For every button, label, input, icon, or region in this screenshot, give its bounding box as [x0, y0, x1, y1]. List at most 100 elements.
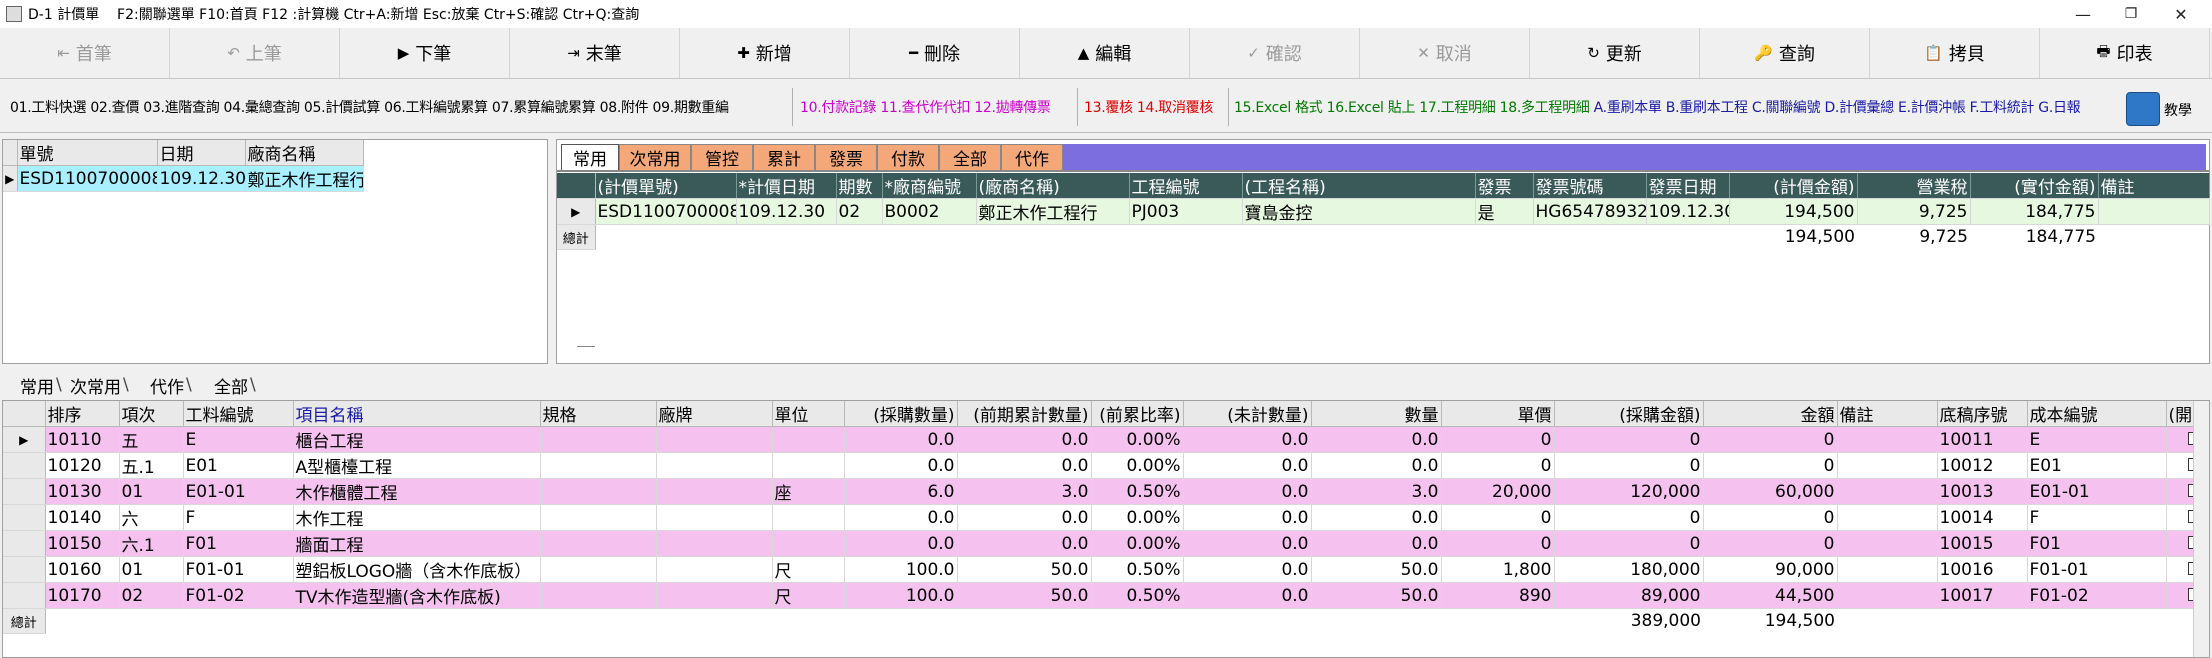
master-list-cell[interactable]: ESD1100700008 [17, 165, 158, 192]
line-item-cell[interactable]: 0.00% [1091, 426, 1184, 453]
line-item-cell[interactable]: 10012 [1937, 452, 2028, 479]
line-item-cell[interactable]: 0.0 [1311, 530, 1442, 557]
func-group-payment-text[interactable]: 10.付款記錄 11.查代作代扣 12.拋轉傳票 [800, 97, 1051, 117]
line-item-cell[interactable]: A型櫃檯工程 [293, 452, 541, 479]
tutorial-label[interactable]: 教學 [2164, 100, 2192, 120]
line-item-cell[interactable] [1837, 452, 1938, 479]
toolbar-button-5[interactable]: ━ 刪除 [850, 28, 1020, 78]
line-item-cell[interactable]: E01-01 [183, 478, 294, 505]
line-item-cell[interactable] [772, 452, 845, 479]
line-item-cell[interactable]: F01-02 [2027, 582, 2167, 609]
line-item-cell[interactable]: 01 [119, 478, 184, 505]
line-item-cell[interactable] [540, 478, 657, 505]
header-grid-row[interactable]: ▶ ESD1100700008 109.12.30 02 B0002 鄭正木作工程行 PJ0… [557, 198, 2210, 225]
line-item-cell[interactable] [1837, 556, 1938, 583]
line-item-cell[interactable]: 0 [1554, 504, 1704, 531]
line-item-cell[interactable]: 木作工程 [293, 504, 541, 531]
header-grid-column-header[interactable]: *計價日期 [736, 173, 837, 199]
toolbar-button-8[interactable]: ✕ 取消 [1360, 28, 1530, 78]
line-item-cell[interactable]: 10014 [1937, 504, 2028, 531]
toolbar-button-11[interactable]: 📋 拷貝 [1870, 28, 2040, 78]
header-grid-cell[interactable]: 鄭正木作工程行 [976, 198, 1130, 225]
maximize-button[interactable]: ❐ [2108, 0, 2154, 28]
line-items-column-header[interactable]: 項次 [119, 401, 184, 427]
line-item-cell[interactable]: 0.0 [957, 452, 1092, 479]
line-item-cell[interactable]: 10120 [45, 452, 120, 479]
line-item-cell[interactable]: 10150 [45, 530, 120, 557]
line-items-column-header[interactable]: 工料編號 [183, 401, 294, 427]
line-items-column-header[interactable]: (前期累計數量) [957, 401, 1092, 427]
header-grid-column-header[interactable]: (廠商名稱) [976, 173, 1130, 199]
header-grid-column-header[interactable]: 發票 [1475, 173, 1534, 199]
header-grid-column-header[interactable]: (實付金額) [1970, 173, 2099, 199]
line-item-cell[interactable]: 0 [1441, 504, 1555, 531]
line-item-cell[interactable]: 五.1 [119, 452, 184, 479]
line-item-cell[interactable]: 50.0 [1311, 556, 1442, 583]
line-item-cell[interactable]: 20,000 [1441, 478, 1555, 505]
line-item-cell[interactable]: E01 [183, 452, 294, 479]
line-item-cell[interactable] [656, 426, 773, 453]
line-item-row[interactable]: 10160 01 F01-01 塑鋁板LOGO牆（含木作底板）尺 100.0 50.0 0.… [3, 556, 2209, 583]
close-button[interactable]: ✕ [2158, 0, 2204, 28]
tutorial-icon[interactable] [2126, 92, 2160, 126]
toolbar-button-6[interactable]: ▲ 編輯 [1020, 28, 1190, 78]
header-grid-column-header[interactable]: 發票號碼 [1533, 173, 1647, 199]
func-group-review-text[interactable]: 13.覆核 14.取消覆核 [1084, 97, 1213, 117]
master-list-row[interactable]: ▶ ESD1100700008 109.12.30 鄭正木作工程行 [3, 165, 364, 192]
line-item-cell[interactable]: 塑鋁板LOGO牆（含木作底板） [293, 556, 541, 583]
header-grid-cell[interactable]: 184,775 [1970, 198, 2099, 225]
line-item-row[interactable]: ▶ 10110 五 E 櫃台工程 0.0 0.0 0.00% 0.0 0.0 0 0 0 10011 E [3, 426, 2209, 453]
line-items-column-header[interactable]: (採購數量) [844, 401, 958, 427]
line-items-column-header[interactable]: 備註 [1837, 401, 1938, 427]
line-item-cell[interactable]: 3.0 [957, 478, 1092, 505]
line-item-cell[interactable]: 0 [1703, 426, 1838, 453]
func-group-refresh-text[interactable]: A.重刷本單 B.重刷本工程 C.關聯編號 D.計價彙總 E.計價沖帳 F.工料… [1594, 97, 2081, 117]
line-item-cell[interactable]: 10140 [45, 504, 120, 531]
line-item-cell[interactable]: 0.0 [1183, 478, 1312, 505]
header-grid-column-header[interactable]: 期數 [836, 173, 883, 199]
line-item-cell[interactable]: 0 [1441, 426, 1555, 453]
line-item-cell[interactable]: 尺 [772, 556, 845, 583]
line-item-cell[interactable]: 0.0 [844, 426, 958, 453]
header-grid-cell[interactable]: ESD1100700008 [595, 198, 737, 225]
line-item-cell[interactable]: 0.0 [1183, 582, 1312, 609]
line-item-cell[interactable]: 0 [1441, 452, 1555, 479]
line-item-cell[interactable]: 六 [119, 504, 184, 531]
tab-6[interactable]: 全部 [939, 144, 1001, 170]
toolbar-button-4[interactable]: ✚ 新增 [680, 28, 850, 78]
header-grid-cell[interactable]: 寶島金控 [1242, 198, 1476, 225]
line-item-cell[interactable] [656, 530, 773, 557]
line-item-cell[interactable]: 木作櫃體工程 [293, 478, 541, 505]
detail-tab-0[interactable]: 常用 \ [20, 373, 62, 398]
header-grid-column-header[interactable]: (工程名稱) [1242, 173, 1476, 199]
line-item-cell[interactable] [540, 556, 657, 583]
toolbar-button-9[interactable]: ↻ 更新 [1530, 28, 1700, 78]
line-item-cell[interactable]: 0.0 [957, 426, 1092, 453]
line-item-cell[interactable]: 10160 [45, 556, 120, 583]
toolbar-button-10[interactable]: 🔑 查詢 [1700, 28, 1870, 78]
line-items-column-header[interactable]: 數量 [1311, 401, 1442, 427]
tab-3[interactable]: 累計 [753, 144, 815, 170]
line-item-cell[interactable] [540, 452, 657, 479]
line-item-cell[interactable]: E [2027, 426, 2167, 453]
line-item-cell[interactable]: 50.0 [957, 556, 1092, 583]
line-item-cell[interactable] [540, 582, 657, 609]
line-items-column-header[interactable]: 規格 [540, 401, 657, 427]
line-item-cell[interactable] [1837, 530, 1938, 557]
line-item-cell[interactable]: 0.0 [1311, 426, 1442, 453]
tab-7[interactable]: 代作 [1001, 144, 1063, 170]
line-item-cell[interactable]: 89,000 [1554, 582, 1704, 609]
func-group-excel-text[interactable]: 15.Excel 格式 16.Excel 貼上 17.工程明細 18.多工程明細 [1234, 97, 1590, 117]
header-grid-cell[interactable]: 109.12.30 [736, 198, 837, 225]
line-item-cell[interactable]: TV木作造型牆(含木作底板) [293, 582, 541, 609]
line-item-cell[interactable]: 10017 [1937, 582, 2028, 609]
line-item-row[interactable]: 10120 五.1 E01 A型櫃檯工程 0.0 0.0 0.00% 0.0 0.0 0 0 0 100… [3, 452, 2209, 479]
line-items-column-header[interactable]: 金額 [1703, 401, 1838, 427]
line-item-cell[interactable]: F01 [183, 530, 294, 557]
line-item-cell[interactable]: 6.0 [844, 478, 958, 505]
line-item-cell[interactable]: 0 [1703, 452, 1838, 479]
line-item-cell[interactable] [540, 426, 657, 453]
line-item-row[interactable]: 10140 六 F 木作工程 0.0 0.0 0.00% 0.0 0.0 0 0 0 10014 F [3, 504, 2209, 531]
line-item-cell[interactable]: 0.0 [1183, 452, 1312, 479]
line-item-cell[interactable]: 0 [1441, 530, 1555, 557]
